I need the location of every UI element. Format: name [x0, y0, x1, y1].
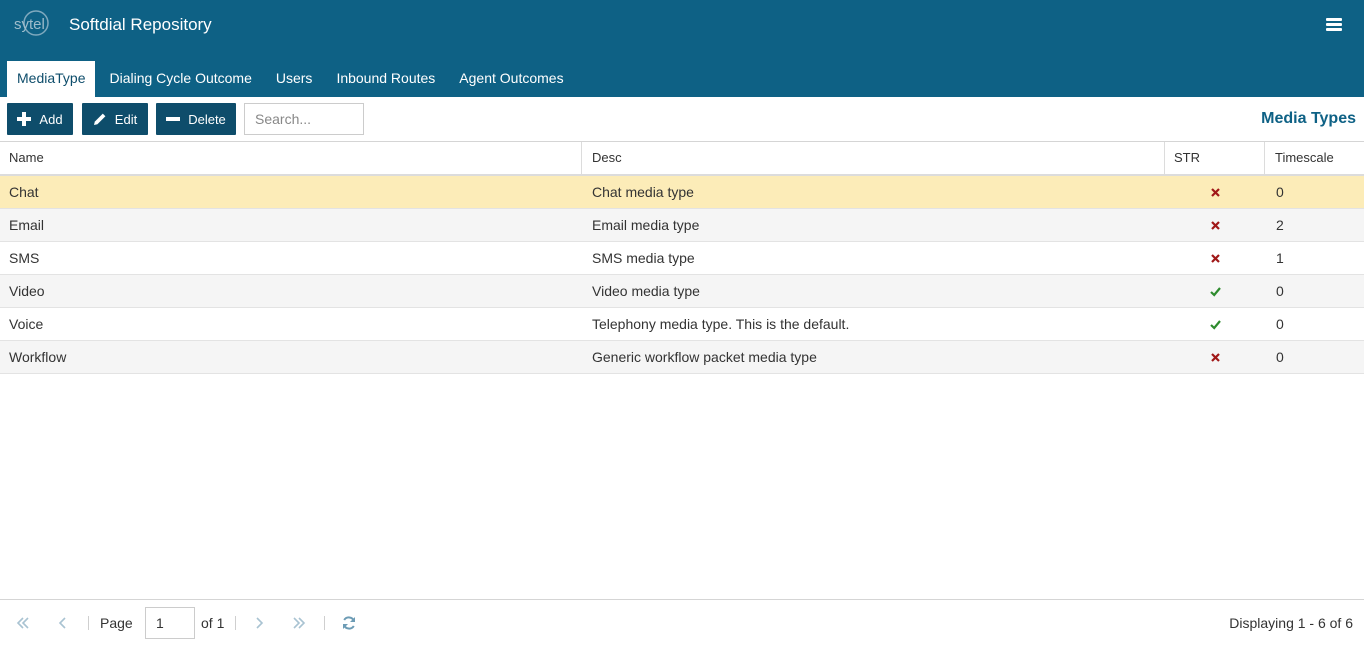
cell-timescale: 0	[1276, 316, 1284, 332]
pencil-icon	[93, 113, 106, 125]
previous-page-icon[interactable]	[54, 614, 72, 632]
cell-name: Voice	[9, 316, 44, 332]
cell-str	[1165, 209, 1265, 241]
cell-str	[1165, 341, 1265, 373]
cell-timescale: 0	[1276, 349, 1284, 365]
cell-str	[1165, 176, 1265, 208]
toolbar: Add Edit Delete Media Types	[0, 97, 1364, 142]
sytel-logo: sytel	[14, 10, 49, 36]
display-info: Displaying 1 - 6 of 6	[1229, 615, 1353, 631]
tab-mediatype[interactable]: MediaType	[7, 61, 96, 97]
pager-separator	[88, 616, 89, 630]
minus-icon	[166, 112, 181, 126]
column-header-timescale[interactable]: Timescale	[1265, 142, 1364, 174]
tab-inbound-routes[interactable]: Inbound Routes	[324, 61, 447, 97]
cross-icon	[1210, 353, 1220, 362]
cell-desc: Chat media type	[592, 184, 694, 200]
edit-button[interactable]: Edit	[82, 103, 148, 135]
cell-desc: Telephony media type. This is the defaul…	[592, 316, 850, 332]
cross-icon	[1210, 254, 1220, 263]
edit-button-label: Edit	[114, 111, 138, 127]
hamburger-menu-icon[interactable]	[1326, 18, 1342, 34]
cell-timescale: 0	[1276, 184, 1284, 200]
table-row[interactable]: Email Email media type 2	[0, 209, 1364, 242]
pager-separator	[235, 616, 236, 630]
tab-bar: MediaType Dialing Cycle Outcome Users In…	[7, 61, 576, 97]
last-page-icon[interactable]	[290, 614, 308, 632]
grid-header: Name Desc STR Timescale	[0, 142, 1364, 176]
column-header-desc[interactable]: Desc	[582, 142, 1165, 174]
cell-name: Email	[9, 217, 45, 233]
check-icon	[1209, 287, 1221, 297]
tab-users[interactable]: Users	[264, 61, 325, 97]
cell-name: Chat	[9, 184, 39, 200]
next-page-icon[interactable]	[250, 614, 268, 632]
cell-timescale: 0	[1276, 283, 1284, 299]
table-row[interactable]: SMS SMS media type 1	[0, 242, 1364, 275]
delete-button[interactable]: Delete	[156, 103, 236, 135]
svg-text:sytel: sytel	[14, 16, 45, 33]
tab-agent-outcomes[interactable]: Agent Outcomes	[447, 61, 575, 97]
pager-separator	[324, 616, 325, 630]
cell-timescale: 1	[1276, 250, 1284, 266]
table-row[interactable]: Chat Chat media type 0	[0, 176, 1364, 209]
table-row[interactable]: Workflow Generic workflow packet media t…	[0, 341, 1364, 374]
column-header-str[interactable]: STR	[1165, 142, 1265, 174]
cell-str	[1165, 242, 1265, 274]
table-row[interactable]: Video Video media type 0	[0, 275, 1364, 308]
plus-icon	[17, 112, 32, 126]
cell-str	[1165, 308, 1265, 340]
cell-name: Workflow	[9, 349, 67, 365]
page-heading: Media Types	[1261, 110, 1356, 127]
cross-icon	[1210, 221, 1220, 230]
page-number-input[interactable]	[145, 607, 195, 639]
add-button-label: Add	[39, 111, 63, 127]
table-row[interactable]: Voice Telephony media type. This is the …	[0, 308, 1364, 341]
delete-button-label: Delete	[188, 111, 226, 127]
cell-desc: Email media type	[592, 217, 700, 233]
page-count-label: of 1	[201, 615, 225, 631]
cell-desc: Generic workflow packet media type	[592, 349, 817, 365]
app-title: Softdial Repository	[69, 15, 212, 34]
page-label: Page	[100, 615, 133, 631]
cell-desc: SMS media type	[592, 250, 695, 266]
cell-timescale: 2	[1276, 217, 1284, 233]
refresh-icon[interactable]	[340, 614, 358, 632]
cell-name: SMS	[9, 250, 40, 266]
check-icon	[1209, 320, 1221, 330]
app-header: sytel Softdial Repository MediaType Dial…	[0, 0, 1364, 97]
add-button[interactable]: Add	[7, 103, 73, 135]
cell-desc: Video media type	[592, 283, 700, 299]
first-page-icon[interactable]	[14, 614, 32, 632]
grid-body: Chat Chat media type 0 Email Email media…	[0, 176, 1364, 374]
tab-dialing-cycle-outcome[interactable]: Dialing Cycle Outcome	[97, 61, 263, 97]
search-input[interactable]	[244, 103, 364, 135]
cell-str	[1165, 275, 1265, 307]
column-header-name[interactable]: Name	[0, 142, 582, 174]
cross-icon	[1210, 188, 1220, 197]
cell-name: Video	[9, 283, 45, 299]
pagination-bar: Page of 1 Displaying 1 - 6 of 6	[0, 599, 1364, 646]
